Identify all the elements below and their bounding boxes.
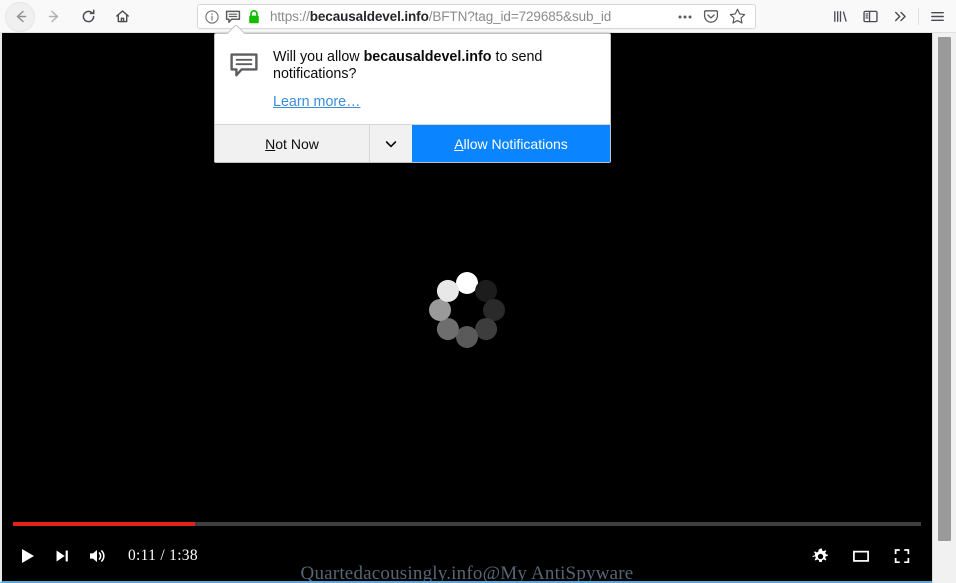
- player-left-controls: 0:11 / 1:38: [2, 545, 198, 567]
- popup-tail: [227, 25, 245, 34]
- ellipsis-icon: [678, 15, 692, 18]
- not-now-label: ot Now: [275, 135, 319, 152]
- allow-notifications-button[interactable]: Allow Notifications: [412, 125, 610, 162]
- double-chevron-right-icon: [894, 11, 906, 22]
- url-host: becausaldevel.info: [309, 9, 429, 24]
- theater-mode-icon: [853, 550, 869, 562]
- theater-mode-button[interactable]: [851, 546, 871, 566]
- page-scrollbar-thumb[interactable]: [938, 37, 951, 541]
- chevron-down-icon: [385, 140, 397, 147]
- not-now-button[interactable]: Not Now: [215, 125, 370, 162]
- url-path: /BFTN?tag_id=729685&sub_id: [428, 9, 612, 24]
- play-icon: [22, 549, 34, 563]
- page-scrollbar[interactable]: [932, 33, 956, 583]
- url-scheme: https://: [270, 9, 310, 24]
- player-control-row: 0:11 / 1:38: [2, 533, 932, 579]
- next-button[interactable]: [52, 546, 72, 566]
- learn-more-link[interactable]: Learn more…: [273, 94, 360, 110]
- reload-button[interactable]: [73, 2, 103, 32]
- home-button[interactable]: [107, 2, 137, 32]
- notification-bubble-icon[interactable]: [225, 9, 241, 25]
- allow-accesskey: A: [454, 135, 464, 152]
- hamburger-menu-icon: [930, 11, 944, 22]
- volume-icon: [90, 550, 105, 562]
- page-actions-button[interactable]: [674, 6, 696, 28]
- progress-bar[interactable]: [13, 522, 921, 526]
- spinner-dot: [436, 318, 459, 341]
- toolbar-separator: [918, 8, 919, 25]
- fullscreen-button[interactable]: [892, 546, 912, 566]
- bookmark-button[interactable]: [726, 6, 748, 28]
- forward-button[interactable]: [39, 2, 69, 32]
- popup-notification-icon-wrap: [229, 49, 259, 86]
- next-track-icon: [56, 550, 68, 562]
- sidebar-button[interactable]: [855, 2, 885, 32]
- home-icon: [115, 10, 129, 23]
- popup-body: Will you allow becausaldevel.info to sen…: [215, 34, 610, 124]
- reload-icon: [82, 9, 94, 23]
- player-controls: 0:11 / 1:38: [2, 519, 932, 581]
- allow-label: llow Notifications: [463, 135, 568, 152]
- progress-bar-played: [13, 522, 195, 526]
- forward-arrow-icon: [48, 10, 58, 23]
- library-icon: [833, 11, 847, 22]
- back-arrow-icon: [16, 10, 26, 23]
- notification-bubble-icon: [230, 53, 258, 77]
- padlock-icon[interactable]: [246, 9, 262, 25]
- popup-question: Will you allow becausaldevel.info to sen…: [273, 49, 596, 83]
- browser-window: https://becausaldevel.info/BFTN?tag_id=7…: [0, 0, 956, 583]
- url-bar[interactable]: https://becausaldevel.info/BFTN?tag_id=7…: [197, 4, 756, 29]
- app-menu-button[interactable]: [922, 2, 952, 32]
- popup-footer: Not Now Allow Notifications: [215, 124, 610, 162]
- spinner-dot: [429, 299, 451, 321]
- player-right-controls: [811, 546, 932, 566]
- popup-question-prefix: Will you allow: [273, 49, 364, 65]
- url-text[interactable]: https://becausaldevel.info/BFTN?tag_id=7…: [262, 5, 674, 28]
- time-display: 0:11 / 1:38: [128, 547, 198, 564]
- navigation-buttons: [0, 0, 137, 33]
- sidebar-icon: [862, 10, 878, 23]
- url-bar-actions: [674, 6, 755, 28]
- info-circle-icon[interactable]: [204, 9, 220, 25]
- pocket-icon: [703, 9, 719, 23]
- play-button[interactable]: [16, 545, 38, 567]
- spinner-dot: [475, 318, 498, 341]
- loading-spinner: [429, 272, 505, 348]
- notification-permission-popup[interactable]: Will you allow becausaldevel.info to sen…: [214, 33, 611, 163]
- overflow-button[interactable]: [885, 2, 915, 32]
- pocket-button[interactable]: [700, 6, 722, 28]
- spinner-dot: [456, 326, 478, 348]
- spinner-dot: [436, 279, 459, 302]
- fullscreen-icon: [894, 549, 910, 564]
- popup-question-host: becausaldevel.info: [363, 49, 492, 65]
- library-button[interactable]: [825, 2, 855, 32]
- popup-text-column: Will you allow becausaldevel.info to sen…: [273, 49, 596, 111]
- popup-dropdown-button[interactable]: [370, 125, 412, 162]
- star-icon: [729, 8, 745, 24]
- not-now-accesskey: N: [265, 135, 276, 152]
- settings-button[interactable]: [811, 547, 830, 566]
- volume-button[interactable]: [86, 545, 108, 567]
- gear-icon: [812, 548, 828, 562]
- browser-toolbar: https://becausaldevel.info/BFTN?tag_id=7…: [0, 0, 956, 33]
- identity-box[interactable]: [198, 9, 262, 25]
- back-button[interactable]: [5, 1, 35, 32]
- toolbar-right-icons: [825, 0, 952, 33]
